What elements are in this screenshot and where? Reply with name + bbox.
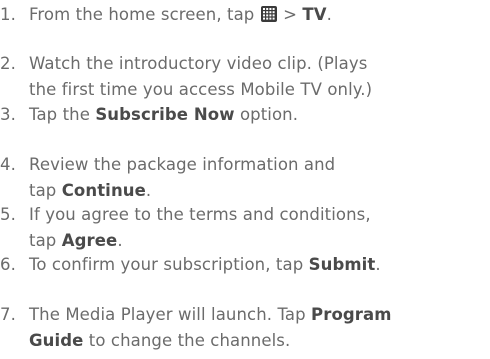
step-number: 4. (0, 155, 16, 174)
step-plain-text: tap (29, 231, 62, 250)
step-text-line: Tap the Subscribe Now option. (29, 102, 298, 128)
step-text-line: To confirm your subscription, tap Submit… (29, 252, 381, 278)
step-text-line: Guide to change the channels. (29, 328, 290, 354)
step-text-line: tap Agree. (29, 228, 123, 254)
step-plain-text: . (145, 181, 152, 200)
apps-grid-icon (260, 6, 277, 22)
step-plain-text: . (326, 5, 332, 24)
step-plain-text: > (277, 5, 303, 24)
step-emphasis-text: TV (302, 5, 327, 24)
step-plain-text: option. (234, 105, 299, 124)
step-text-line: From the home screen, tap > TV. (29, 2, 332, 28)
step-plain-text: the first time you access Mobile TV only… (29, 80, 373, 99)
step-number: 7. (0, 305, 16, 324)
step-plain-text: Tap the (29, 105, 96, 124)
step-emphasis-text: Subscribe Now (95, 105, 235, 124)
step-plain-text: If you agree to the terms and conditions… (29, 205, 371, 224)
step-emphasis-text: Agree (61, 231, 118, 250)
step-plain-text: The Media Player will launch. Tap (29, 305, 312, 324)
step-emphasis-text: Continue (61, 181, 146, 200)
step-number: 5. (0, 205, 16, 224)
step-number: 6. (0, 255, 16, 274)
step-number: 1. (0, 5, 16, 24)
step-emphasis-text: Submit (308, 255, 376, 274)
step-plain-text: tap (29, 181, 62, 200)
step-number: 3. (0, 105, 16, 124)
step-text-line: The Media Player will launch. Tap Progra… (29, 302, 392, 328)
step-text-line: Review the package information and (29, 152, 335, 178)
step-text-line: the first time you access Mobile TV only… (29, 77, 372, 103)
step-text-line: Watch the introductory video clip. (Play… (29, 51, 367, 77)
step-plain-text: To confirm your subscription, tap (29, 255, 309, 274)
step-plain-text: From the home screen, tap (29, 5, 260, 24)
step-plain-text: to change the channels. (83, 331, 291, 350)
step-plain-text: . (375, 255, 381, 274)
step-plain-text: . (117, 231, 123, 250)
step-number: 2. (0, 54, 16, 73)
step-emphasis-text: Guide (29, 331, 84, 350)
step-plain-text: Review the package information and (29, 155, 336, 174)
step-text-line: tap Continue. (29, 178, 151, 204)
step-text-line: If you agree to the terms and conditions… (29, 202, 371, 228)
step-emphasis-text: Program (311, 305, 392, 324)
step-plain-text: Watch the introductory video clip. (Play… (29, 54, 368, 73)
